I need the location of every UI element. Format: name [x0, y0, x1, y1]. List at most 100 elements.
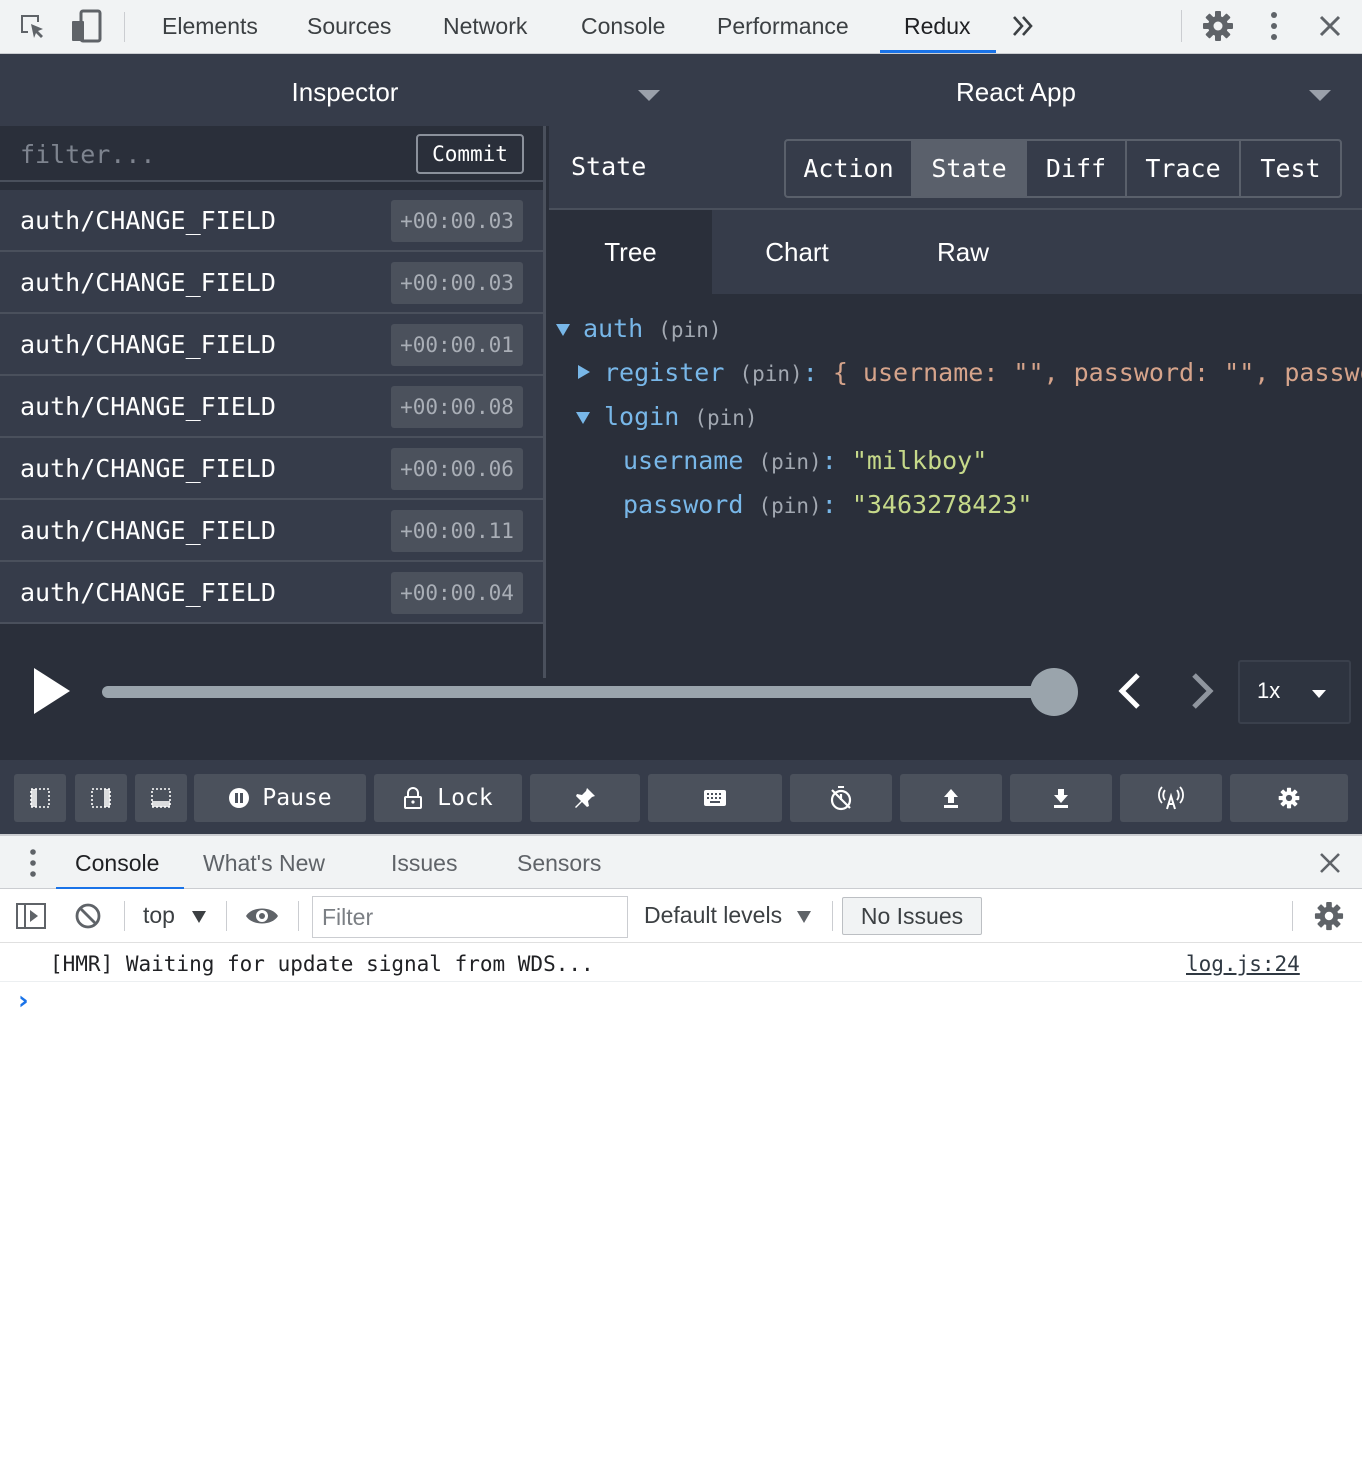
import-button[interactable] — [900, 774, 1002, 822]
tree-preview: { username: "", password: "", password — [832, 358, 1362, 387]
tab-tree[interactable]: Tree — [549, 210, 712, 294]
devtools-tabbar: Elements Sources Network Console Perform… — [0, 0, 1362, 54]
pin-link[interactable]: (pin) — [694, 406, 757, 430]
tab-state[interactable]: State — [913, 141, 1027, 196]
tab-network[interactable]: Network — [443, 0, 527, 53]
console-filter-input[interactable]: Filter — [312, 896, 628, 938]
toolbar-divider — [832, 901, 833, 931]
context-select[interactable]: top — [143, 902, 175, 929]
tree-key: username — [623, 446, 744, 475]
timeline-slider-track[interactable] — [102, 686, 1054, 698]
source-link[interactable]: log.js:24 — [1186, 952, 1300, 976]
remote-button[interactable] — [1120, 774, 1222, 822]
dock-right-button[interactable] — [75, 774, 127, 822]
toolbar-divider — [298, 901, 299, 931]
drawer-tab-issues[interactable]: Issues — [391, 836, 457, 890]
tab-raw[interactable]: Raw — [882, 210, 1044, 294]
action-filter-input[interactable]: filter... — [20, 140, 155, 169]
pin-link[interactable]: (pin) — [739, 362, 802, 386]
dock-left-button[interactable] — [14, 774, 66, 822]
live-expression-eye-icon[interactable] — [245, 904, 279, 928]
keyboard-shortcuts-button[interactable] — [648, 774, 782, 822]
tree-node-register[interactable]: register (pin): { username: "", password… — [604, 358, 1362, 387]
step-forward-icon[interactable] — [1188, 672, 1216, 710]
action-list-item[interactable]: auth/CHANGE_FIELD +00:00.03 — [0, 252, 543, 314]
console-toolbar: top Filter Default levels No Issues — [0, 889, 1362, 943]
inspect-element-icon[interactable] — [18, 12, 48, 42]
drawer-tab-console[interactable]: Console — [75, 836, 159, 890]
tab-diff[interactable]: Diff — [1027, 141, 1127, 196]
action-time-badge: +00:00.08 — [391, 386, 523, 428]
speed-value: 1x — [1257, 678, 1281, 703]
play-icon[interactable] — [34, 668, 72, 714]
tree-node-auth[interactable]: auth (pin) — [583, 314, 722, 343]
close-drawer-icon[interactable] — [1319, 852, 1341, 874]
timeline-slider-handle[interactable] — [1030, 668, 1078, 716]
pin-link[interactable]: (pin) — [658, 318, 721, 342]
console-prompt[interactable]: › — [18, 986, 29, 1016]
tab-console[interactable]: Console — [581, 0, 665, 53]
tab-sources[interactable]: Sources — [307, 0, 391, 53]
levels-dropdown-icon[interactable] — [797, 911, 811, 923]
log-levels-select[interactable]: Default levels — [644, 902, 782, 929]
instance-select[interactable]: React App — [690, 54, 1342, 130]
action-list-item[interactable]: auth/CHANGE_FIELD +00:00.08 — [0, 376, 543, 438]
more-options-kebab-icon[interactable] — [1266, 11, 1282, 43]
tab-redux[interactable]: Redux — [904, 0, 970, 53]
dock-bottom-button[interactable] — [135, 774, 187, 822]
context-dropdown-icon[interactable] — [192, 911, 206, 923]
settings-button[interactable] — [1230, 774, 1348, 822]
tab-chart[interactable]: Chart — [712, 210, 882, 294]
drawer-tab-whats-new[interactable]: What's New — [203, 836, 325, 890]
collapsed-arrow-icon[interactable] — [578, 365, 590, 379]
commit-button[interactable]: Commit — [416, 134, 524, 174]
drawer-menu-kebab-icon[interactable] — [26, 848, 40, 880]
export-button[interactable] — [1010, 774, 1112, 822]
persist-timer-button[interactable] — [790, 774, 892, 822]
action-filter-bar: filter... Commit — [0, 126, 543, 182]
action-list-item[interactable]: auth/CHANGE_FIELD +00:00.03 — [0, 190, 543, 252]
broadcast-icon — [1158, 786, 1184, 810]
download-icon — [1054, 789, 1068, 808]
clear-console-icon[interactable] — [74, 902, 102, 930]
action-time-badge: +00:00.03 — [391, 200, 523, 242]
step-back-icon[interactable] — [1116, 672, 1144, 710]
show-sidebar-icon[interactable] — [16, 902, 46, 930]
pin-link[interactable]: (pin) — [758, 494, 821, 518]
expanded-arrow-icon[interactable] — [576, 412, 590, 424]
tab-test[interactable]: Test — [1241, 141, 1340, 196]
action-list-item[interactable]: auth/CHANGE_FIELD +00:00.01 — [0, 314, 543, 376]
more-tabs-chevron-icon[interactable] — [1012, 13, 1034, 39]
console-settings-gear-icon[interactable] — [1314, 901, 1344, 931]
monitor-dropdown-icon[interactable] — [638, 90, 660, 101]
active-tab-indicator — [880, 50, 996, 53]
action-list-panel: filter... Commit auth/CHANGE_FIELD +00:00… — [0, 126, 546, 678]
playback-speed-select[interactable]: 1x — [1238, 660, 1351, 724]
issues-counter-button[interactable]: No Issues — [842, 897, 982, 935]
pin-button[interactable] — [530, 774, 640, 822]
action-list-item[interactable]: auth/CHANGE_FIELD +00:00.11 — [0, 500, 543, 562]
pin-link[interactable]: (pin) — [758, 450, 821, 474]
tab-trace[interactable]: Trace — [1127, 141, 1241, 196]
tab-performance[interactable]: Performance — [717, 0, 849, 53]
action-list-item[interactable]: auth/CHANGE_FIELD +00:00.04 — [0, 562, 543, 624]
tab-action[interactable]: Action — [786, 141, 913, 196]
tab-elements[interactable]: Elements — [162, 0, 258, 53]
pause-button[interactable]: Pause — [194, 774, 366, 822]
keyboard-icon — [704, 790, 726, 806]
device-toggle-icon[interactable] — [70, 9, 104, 43]
tree-node-login[interactable]: login (pin) — [604, 402, 758, 431]
expanded-arrow-icon[interactable] — [556, 324, 570, 336]
dock-left-icon — [30, 788, 50, 808]
close-devtools-icon[interactable] — [1318, 14, 1342, 38]
drawer-tab-sensors[interactable]: Sensors — [517, 836, 601, 890]
tree-key: login — [604, 402, 680, 431]
action-list-item[interactable]: auth/CHANGE_FIELD +00:00.06 — [0, 438, 543, 500]
lock-button[interactable]: Lock — [374, 774, 522, 822]
monitor-select[interactable]: Inspector — [0, 54, 690, 130]
speed-dropdown-icon — [1312, 690, 1326, 698]
gear-icon — [1278, 787, 1300, 809]
settings-gear-icon[interactable] — [1202, 10, 1234, 42]
dock-right-icon — [91, 788, 111, 808]
instance-dropdown-icon[interactable] — [1309, 90, 1331, 101]
